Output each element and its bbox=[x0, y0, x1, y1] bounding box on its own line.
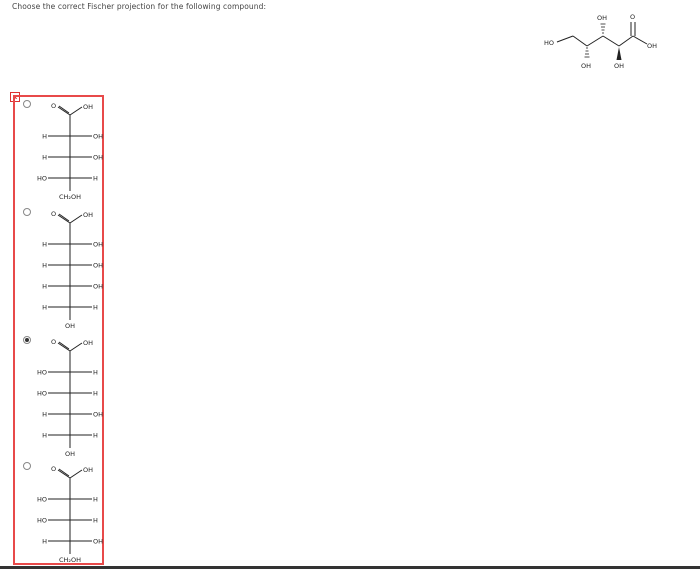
right-substituent: OH bbox=[93, 261, 103, 269]
bottom-group-label: OH bbox=[65, 450, 75, 458]
carbonyl-double-bond bbox=[58, 468, 70, 477]
carbonyl-bond bbox=[57, 469, 71, 479]
cooh-bond bbox=[69, 106, 83, 116]
right-substituent: H bbox=[93, 431, 98, 439]
compound-structure: HO OH OH OH O OH bbox=[544, 13, 657, 70]
carbonyl-double-bond bbox=[58, 213, 70, 222]
cooh-bond bbox=[69, 469, 83, 479]
carbonyl-o-label: O bbox=[51, 465, 56, 473]
question-text: Choose the correct Fischer projection fo… bbox=[12, 2, 267, 11]
right-substituent: OH bbox=[93, 153, 103, 161]
left-substituent: HO bbox=[37, 174, 47, 182]
left-substituent: H bbox=[42, 153, 47, 161]
top-oh-label: OH bbox=[83, 466, 93, 474]
carbonyl-o-label: O bbox=[51, 102, 56, 110]
compound-bottom-oh-label-1: OH bbox=[581, 62, 591, 70]
fischer-option-1: OHOH OHH OHHO HCH₂OH bbox=[37, 102, 103, 201]
carbonyl-bond bbox=[57, 214, 71, 224]
carbonyl-o-label: O bbox=[51, 338, 56, 346]
carbonyl-bond bbox=[57, 342, 71, 352]
left-substituent: H bbox=[42, 240, 47, 248]
right-substituent: H bbox=[93, 368, 98, 376]
bottom-group-label: CH₂OH bbox=[59, 556, 81, 564]
fischer-option-3: OHOHO HHO HH OHH HOH bbox=[37, 338, 103, 458]
carbonyl-double-bond bbox=[58, 105, 70, 114]
left-substituent: H bbox=[42, 282, 47, 290]
right-substituent: H bbox=[93, 516, 98, 524]
top-oh-label: OH bbox=[83, 339, 93, 347]
cooh-bond bbox=[69, 342, 83, 352]
fischer-option-2: OHOH OHH OHH OHH HOH bbox=[42, 210, 103, 330]
left-substituent: HO bbox=[37, 389, 47, 397]
carbonyl-o-label: O bbox=[51, 210, 56, 218]
right-substituent: OH bbox=[93, 282, 103, 290]
bottom-group-label: OH bbox=[65, 322, 75, 330]
left-substituent: HO bbox=[37, 495, 47, 503]
left-substituent: H bbox=[42, 132, 47, 140]
compound-bottom-oh-label-2: OH bbox=[614, 62, 624, 70]
left-substituent: H bbox=[42, 431, 47, 439]
right-substituent: OH bbox=[93, 240, 103, 248]
compound-carbonyl-o-label: O bbox=[630, 13, 635, 21]
compound-top-oh-label: OH bbox=[597, 14, 607, 22]
right-substituent: H bbox=[93, 303, 98, 311]
compound-ho-label: HO bbox=[544, 39, 554, 47]
left-substituent: H bbox=[42, 261, 47, 269]
right-substituent: H bbox=[93, 389, 98, 397]
right-substituent: H bbox=[93, 495, 98, 503]
left-substituent: H bbox=[42, 303, 47, 311]
carbonyl-double-bond bbox=[58, 341, 70, 350]
compound-acid-oh-label: OH bbox=[647, 42, 657, 50]
bottom-group-label: CH₂OH bbox=[59, 193, 81, 201]
right-substituent: H bbox=[93, 174, 98, 182]
right-substituent: OH bbox=[93, 410, 103, 418]
left-substituent: HO bbox=[37, 516, 47, 524]
right-substituent: OH bbox=[93, 132, 103, 140]
right-substituent: OH bbox=[93, 537, 103, 545]
fischer-option-4: OHOHO HHO HH OHCH₂OH bbox=[37, 465, 103, 564]
top-oh-label: OH bbox=[83, 103, 93, 111]
cooh-bond bbox=[69, 214, 83, 224]
top-oh-label: OH bbox=[83, 211, 93, 219]
left-substituent: H bbox=[42, 410, 47, 418]
carbonyl-bond bbox=[57, 106, 71, 116]
left-substituent: HO bbox=[37, 368, 47, 376]
left-substituent: H bbox=[42, 537, 47, 545]
